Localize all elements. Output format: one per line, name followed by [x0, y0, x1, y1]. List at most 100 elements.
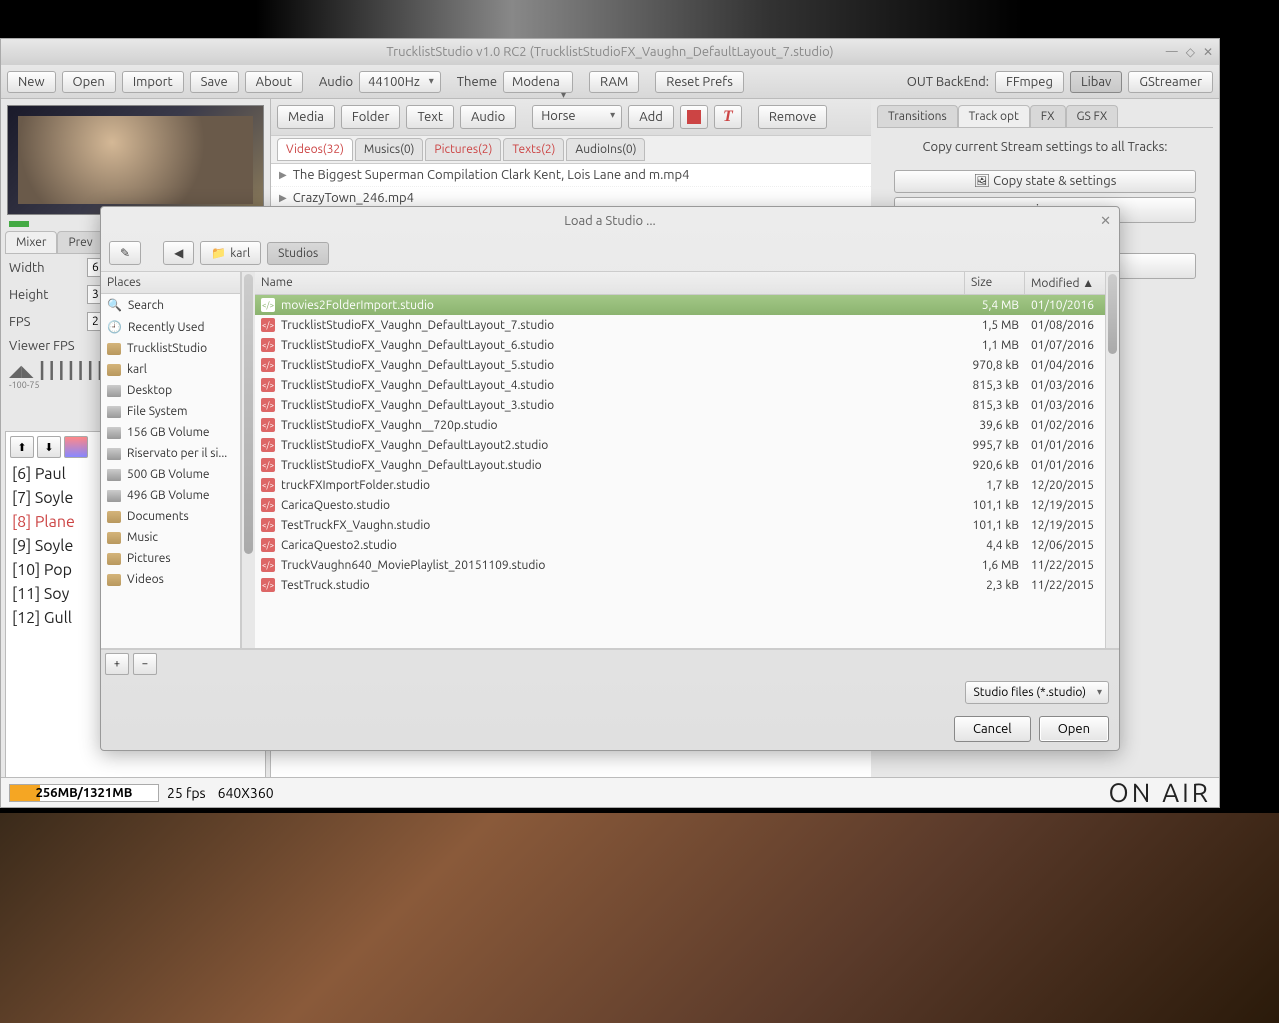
cancel-button[interactable]: Cancel [954, 716, 1031, 742]
file-modified: 01/08/2016 [1025, 319, 1105, 332]
file-row[interactable]: </>TrucklistStudioFX_Vaughn_DefaultLayou… [255, 455, 1105, 475]
file-size: 5,4 MB [965, 299, 1025, 312]
place-item[interactable]: 156 GB Volume [101, 422, 240, 443]
close-icon[interactable]: ✕ [1203, 45, 1213, 59]
effect-icon-1[interactable] [680, 105, 708, 129]
list-icon[interactable] [64, 436, 88, 458]
place-label: Riservato per il si... [127, 447, 227, 460]
place-label: 500 GB Volume [127, 468, 210, 481]
studio-file-icon: </> [261, 578, 275, 592]
audio-rate-combo[interactable]: 44100Hz [359, 71, 441, 93]
places-scrollbar[interactable] [241, 272, 255, 648]
place-item[interactable]: Riservato per il si... [101, 443, 240, 464]
studio-file-icon: </> [261, 298, 275, 312]
import-button[interactable]: Import [122, 71, 184, 93]
file-row[interactable]: </>CaricaQuesto2.studio4,4 kB12/06/2015 [255, 535, 1105, 555]
place-item[interactable]: Videos [101, 569, 240, 590]
tab-texts[interactable]: Texts(2) [503, 138, 564, 161]
col-name[interactable]: Name [255, 272, 965, 294]
file-row[interactable]: </>TestTruckFX_Vaughn.studio101,1 kB12/1… [255, 515, 1105, 535]
file-filter-combo[interactable]: Studio files (*.studio) [965, 681, 1110, 704]
tab-preview[interactable]: Prev [57, 231, 103, 253]
add-button[interactable]: Add [628, 105, 674, 129]
folder-button[interactable]: Folder [341, 105, 401, 129]
file-row[interactable]: </>CaricaQuesto.studio101,1 kB12/19/2015 [255, 495, 1105, 515]
file-size: 101,1 kB [965, 499, 1025, 512]
ram-button[interactable]: RAM [589, 71, 639, 93]
file-row[interactable]: </>movies2FolderImport.studio5,4 MB01/10… [255, 295, 1105, 315]
place-label: Documents [127, 510, 189, 523]
minimize-icon[interactable]: — [1166, 45, 1178, 59]
place-item[interactable]: Pictures [101, 548, 240, 569]
tab-transitions[interactable]: Transitions [877, 105, 958, 127]
media-item[interactable]: ▶The Biggest Superman Compilation Clark … [271, 164, 871, 187]
theme-label: Theme [457, 75, 497, 89]
tab-track-opt[interactable]: Track opt [958, 105, 1030, 127]
file-row[interactable]: </>truckFXImportFolder.studio1,7 kB12/20… [255, 475, 1105, 495]
path-edit-icon[interactable]: ✎ [109, 241, 141, 265]
transition-combo[interactable]: Horse [532, 105, 622, 129]
file-row[interactable]: </>TrucklistStudioFX_Vaughn_DefaultLayou… [255, 375, 1105, 395]
theme-combo[interactable]: Modena [503, 71, 573, 93]
place-item[interactable]: karl [101, 359, 240, 380]
main-toolbar: New Open Import Save About Audio 44100Hz… [1, 65, 1219, 99]
place-item[interactable]: Documents [101, 506, 240, 527]
text-style-icon[interactable]: T [714, 105, 742, 129]
path-home[interactable]: 📁 karl [200, 241, 261, 265]
place-item[interactable]: 🕘Recently Used [101, 316, 240, 338]
place-item[interactable]: TrucklistStudio [101, 338, 240, 359]
copy-state-button[interactable]: 🖼 Copy state & settings [894, 170, 1196, 193]
about-button[interactable]: About [245, 71, 303, 93]
file-row[interactable]: </>TrucklistStudioFX_Vaughn__720p.studio… [255, 415, 1105, 435]
new-button[interactable]: New [7, 71, 56, 93]
file-row[interactable]: </>TrucklistStudioFX_Vaughn_DefaultLayou… [255, 395, 1105, 415]
reset-prefs-button[interactable]: Reset Prefs [655, 71, 744, 93]
tab-pictures[interactable]: Pictures(2) [425, 138, 501, 161]
text-button[interactable]: Text [406, 105, 453, 129]
tab-audioins[interactable]: AudioIns(0) [566, 138, 645, 161]
files-scrollbar[interactable] [1105, 272, 1119, 648]
col-size[interactable]: Size [965, 272, 1025, 294]
path-studios[interactable]: Studios [267, 242, 329, 265]
col-modified[interactable]: Modified ▲ [1025, 272, 1105, 294]
file-size: 995,7 kB [965, 439, 1025, 452]
maximize-icon[interactable]: ◇ [1186, 45, 1195, 59]
file-row[interactable]: </>TrucklistStudioFX_Vaughn_DefaultLayou… [255, 335, 1105, 355]
place-item[interactable]: Desktop [101, 380, 240, 401]
dialog-close-icon[interactable]: ✕ [1100, 214, 1111, 229]
move-up-icon[interactable]: ⬆ [10, 436, 34, 458]
open-button[interactable]: Open [62, 71, 116, 93]
remove-button[interactable]: Remove [758, 105, 828, 129]
save-button[interactable]: Save [190, 71, 239, 93]
path-back-icon[interactable]: ◀ [163, 241, 194, 265]
place-item[interactable]: File System [101, 401, 240, 422]
open-file-button[interactable]: Open [1039, 716, 1109, 742]
file-row[interactable]: </>TrucklistStudioFX_Vaughn_DefaultLayou… [255, 435, 1105, 455]
file-row[interactable]: </>TrucklistStudioFX_Vaughn_DefaultLayou… [255, 315, 1105, 335]
tab-fx[interactable]: FX [1030, 105, 1066, 127]
audio-button[interactable]: Audio [460, 105, 516, 129]
file-row[interactable]: </>TrucklistStudioFX_Vaughn_DefaultLayou… [255, 355, 1105, 375]
file-row[interactable]: </>TestTruck.studio2,3 kB11/22/2015 [255, 575, 1105, 595]
file-size: 920,6 kB [965, 459, 1025, 472]
ffmpeg-button[interactable]: FFmpeg [995, 71, 1064, 93]
media-button[interactable]: Media [277, 105, 335, 129]
tab-mixer[interactable]: Mixer [5, 231, 57, 253]
studio-file-icon: </> [261, 318, 275, 332]
libav-button[interactable]: Libav [1070, 71, 1122, 93]
add-place-icon[interactable]: + [105, 653, 129, 675]
tab-videos[interactable]: Videos(32) [277, 138, 353, 161]
remove-place-icon[interactable]: − [133, 653, 157, 675]
place-item[interactable]: 496 GB Volume [101, 485, 240, 506]
move-down-icon[interactable]: ⬇ [37, 436, 61, 458]
studio-file-icon: </> [261, 378, 275, 392]
tab-gs-fx[interactable]: GS FX [1066, 105, 1119, 127]
disk-icon [107, 385, 121, 397]
file-name: CaricaQuesto2.studio [281, 539, 397, 552]
place-item[interactable]: Music [101, 527, 240, 548]
place-item[interactable]: 500 GB Volume [101, 464, 240, 485]
file-row[interactable]: </>TruckVaughn640_MoviePlaylist_20151109… [255, 555, 1105, 575]
tab-musics[interactable]: Musics(0) [355, 138, 424, 161]
gstreamer-button[interactable]: GStreamer [1128, 71, 1213, 93]
place-item[interactable]: 🔍Search [101, 294, 240, 316]
